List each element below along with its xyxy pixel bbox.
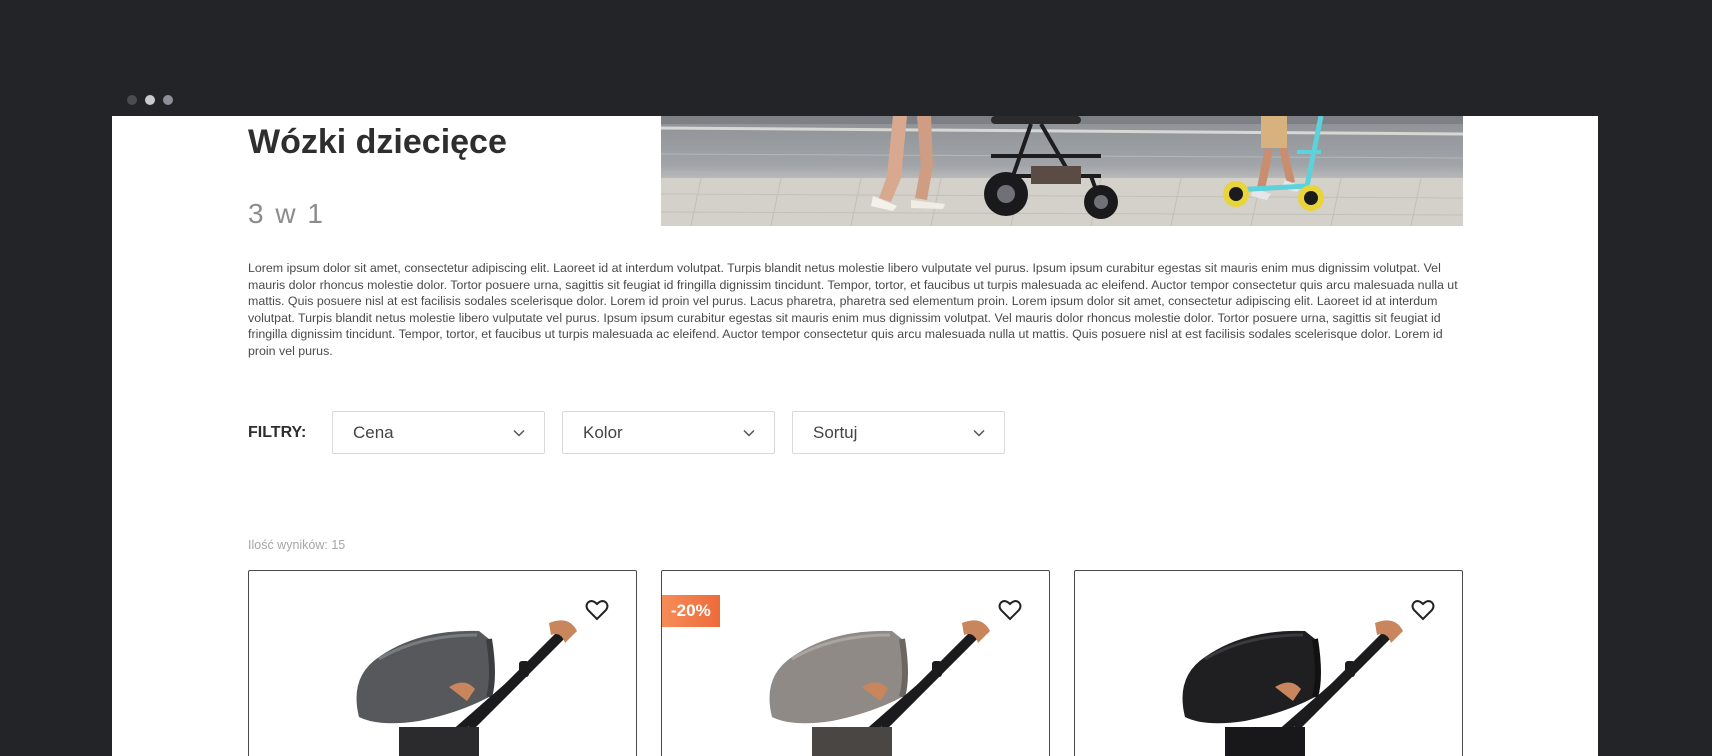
filter-color-label: Kolor	[583, 422, 623, 442]
chevron-down-icon	[973, 429, 985, 437]
filters-label: FILTRY:	[248, 424, 307, 441]
sort-dropdown[interactable]: Sortuj	[792, 411, 1005, 454]
chevron-down-icon	[743, 429, 755, 437]
heart-icon[interactable]	[1410, 597, 1436, 623]
page: Wózki dziecięce 3 w 1 Lorem ipsum dolor …	[112, 116, 1598, 756]
product-image	[356, 620, 577, 756]
page-subtitle: 3 w 1	[248, 198, 325, 229]
product-card[interactable]	[248, 570, 637, 756]
page-title: Wózki dziecięce	[248, 123, 507, 161]
heart-icon[interactable]	[584, 597, 610, 623]
window-dot	[163, 95, 173, 105]
category-description: Lorem ipsum dolor sit amet, consectetur …	[248, 261, 1458, 358]
chevron-down-icon	[513, 429, 525, 437]
filter-price-label: Cena	[353, 422, 394, 442]
product-image	[1182, 620, 1403, 756]
sort-label: Sortuj	[813, 422, 858, 442]
discount-badge: -20%	[662, 595, 720, 627]
product-image	[769, 620, 990, 756]
filter-price-dropdown[interactable]: Cena	[332, 411, 545, 454]
window-dot	[145, 95, 155, 105]
hero-image	[661, 116, 1463, 226]
window-dot	[127, 95, 137, 105]
product-card[interactable]: -20%	[661, 570, 1050, 756]
window-controls	[127, 95, 173, 105]
results-count: Ilość wyników: 15	[248, 538, 346, 552]
filter-color-dropdown[interactable]: Kolor	[562, 411, 775, 454]
heart-icon[interactable]	[997, 597, 1023, 623]
product-card[interactable]	[1074, 570, 1463, 756]
